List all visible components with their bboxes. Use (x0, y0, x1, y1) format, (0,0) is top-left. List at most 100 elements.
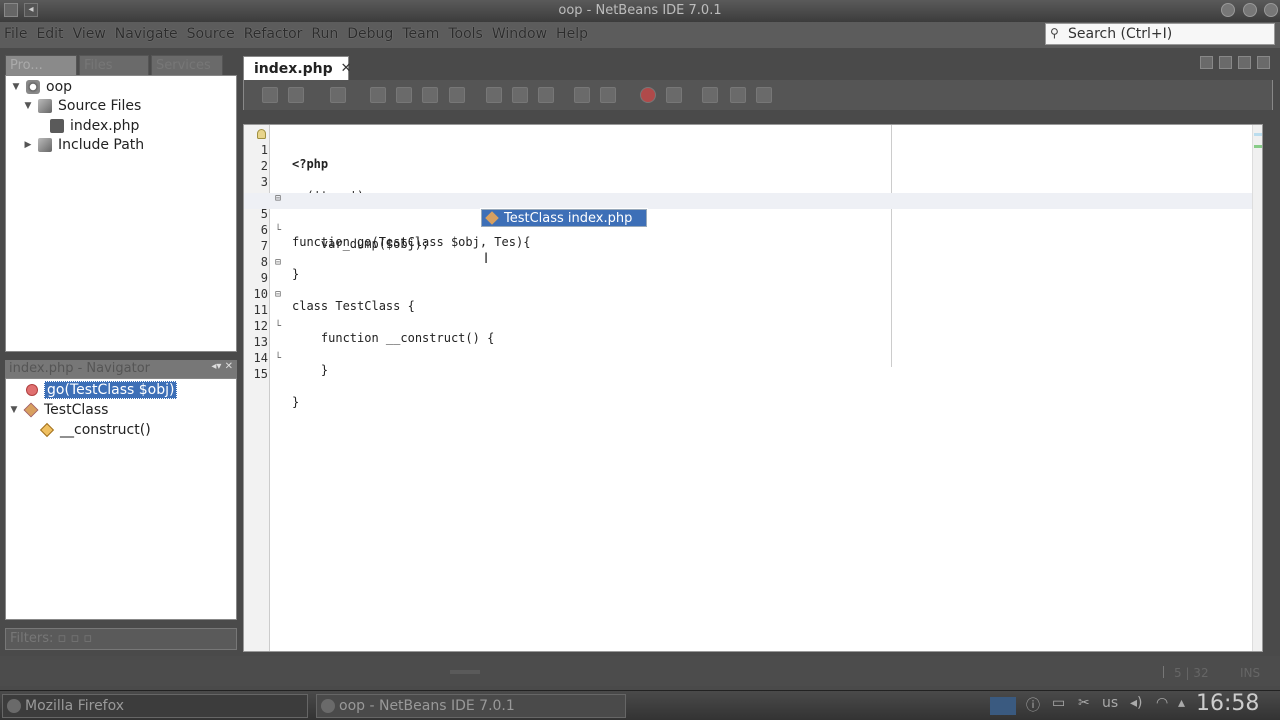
search-icon: ⚲ (1050, 26, 1059, 40)
php-file-icon (50, 119, 64, 133)
scissors-icon[interactable]: ✂ (1078, 695, 1090, 711)
panel-controls-icon[interactable]: ◂▾ ✕ (211, 361, 233, 372)
nav-item-label: __construct() (60, 422, 151, 438)
menu-view[interactable]: View (73, 26, 106, 42)
shift-right-icon[interactable] (600, 87, 616, 103)
network-icon[interactable]: ◠ (1156, 695, 1168, 711)
menu-run[interactable]: Run (311, 26, 338, 42)
error-stripe-mark[interactable] (1254, 133, 1262, 136)
find-previous-icon[interactable] (396, 87, 412, 103)
keyboard-layout[interactable]: us (1102, 695, 1118, 711)
uncomment-icon[interactable] (730, 87, 746, 103)
code-line-current: 5 ⊟ function go(TestClass $obj, Tes){ (244, 193, 1262, 249)
menu-help[interactable]: Help (556, 26, 588, 42)
maximize-editor-icon[interactable] (1257, 56, 1270, 69)
desktop-pager-icon[interactable] (990, 697, 1016, 715)
minimize-icon[interactable] (1221, 3, 1235, 17)
search-input[interactable] (1068, 25, 1268, 43)
code-completion-popup[interactable]: TestClass index.php (480, 208, 648, 228)
code-line: 12 (244, 305, 1262, 333)
scroll-left-icon[interactable] (1200, 56, 1213, 69)
tree-item-label: oop (46, 79, 73, 95)
close-window-icon[interactable] (1264, 3, 1278, 17)
code-line: 9 ⊟ class TestClass { (244, 257, 1262, 313)
menu-navigate[interactable]: Navigate (115, 26, 178, 42)
shift-left-icon[interactable] (574, 87, 590, 103)
menu-tools[interactable]: Tools (448, 26, 483, 42)
nav-item-testclass[interactable]: ▼ TestClass (8, 400, 109, 420)
collapse-icon[interactable]: ▼ (8, 405, 20, 415)
generate-icon[interactable] (756, 87, 772, 103)
code-line: 15 └ } (244, 353, 1262, 409)
method-icon (39, 422, 55, 438)
next-bookmark-icon[interactable] (512, 87, 528, 103)
tree-item-index-php[interactable]: index.php (50, 116, 139, 136)
nav-item-construct[interactable]: __construct() (39, 420, 151, 440)
document-list-icon[interactable] (1238, 56, 1251, 69)
window-title: oop - NetBeans IDE 7.0.1 (558, 3, 722, 18)
menu-debug[interactable]: Debug (347, 26, 393, 42)
tree-item-source-files[interactable]: ▼ Source Files (22, 96, 142, 116)
projects-tabs: Pro... Files Services (5, 55, 237, 75)
scroll-right-icon[interactable] (1219, 56, 1232, 69)
clipboard-icon[interactable]: ▭ (1052, 695, 1065, 711)
menu-team[interactable]: Team (402, 26, 439, 42)
tab-projects[interactable]: Pro... (5, 55, 77, 75)
navigator-header: index.php - Navigator ◂▾ ✕ (5, 360, 237, 378)
menu-edit[interactable]: Edit (36, 26, 63, 42)
volume-icon[interactable]: ◂) (1130, 695, 1143, 711)
code-line: 4 (244, 177, 1262, 205)
fold-end-icon: └ (274, 225, 282, 236)
fold-icon[interactable]: ⊟ (273, 193, 283, 204)
menu-source[interactable]: Source (187, 26, 235, 42)
insert-mode: INS (1240, 666, 1261, 680)
stop-macro-icon[interactable] (666, 87, 682, 103)
tray-expand-icon[interactable]: ▴ (1178, 695, 1185, 711)
find-next-icon[interactable] (422, 87, 438, 103)
fold-end-icon: └ (274, 321, 282, 332)
code-editor[interactable]: 1 <?php 2 3 go('true'); 4 5 ⊟ function g… (243, 124, 1263, 652)
comment-icon[interactable] (702, 87, 718, 103)
clock[interactable]: 16:58 (1196, 691, 1259, 716)
back-icon[interactable] (262, 87, 278, 103)
menu-file[interactable]: File (4, 26, 27, 42)
task-firefox[interactable]: Mozilla Firefox (2, 694, 308, 718)
info-icon[interactable]: ⓘ (1026, 695, 1040, 715)
tree-item-project[interactable]: ▼ oop (10, 77, 73, 97)
expand-icon[interactable]: ▶ (22, 140, 34, 150)
close-tab-icon[interactable]: ✕ (341, 61, 352, 76)
maximize-icon[interactable] (1243, 3, 1257, 17)
fold-icon[interactable]: ⊟ (273, 289, 283, 300)
collapse-icon[interactable]: ▼ (10, 82, 22, 92)
tab-files[interactable]: Files (79, 55, 149, 75)
toggle-bookmark-icon[interactable] (538, 87, 554, 103)
tree-item-include-path[interactable]: ▶ Include Path (22, 135, 145, 155)
collapse-icon[interactable]: ▼ (22, 101, 34, 111)
window-titlebar: ◂ oop - NetBeans IDE 7.0.1 (0, 0, 1280, 22)
menu-window[interactable]: Window (492, 26, 547, 42)
nav-item-go[interactable]: go(TestClass $obj) (26, 380, 178, 400)
code-line: 6 var_dump($obj); (244, 209, 1262, 251)
last-edit-icon[interactable] (330, 87, 346, 103)
code-line: 2 (244, 145, 1262, 173)
navigator-title: index.php - Navigator (9, 361, 151, 376)
code-line: 8 (244, 241, 1262, 269)
find-icon[interactable] (370, 87, 386, 103)
editor-toolbar (243, 80, 1273, 110)
start-macro-icon[interactable] (640, 87, 656, 103)
projects-panel: ▼ oop ▼ Source Files index.php ▶ Include… (5, 75, 237, 352)
quick-search[interactable]: ⚲ (1045, 23, 1275, 45)
editor-tab-index-php[interactable]: index.php ✕ (243, 56, 352, 80)
filter-icons[interactable]: ▫ ▫ ▫ (58, 631, 93, 646)
task-netbeans[interactable]: oop - NetBeans IDE 7.0.1 (316, 694, 626, 718)
history-icon[interactable] (288, 87, 304, 103)
fold-icon[interactable]: ⊟ (273, 257, 283, 268)
menu-refactor[interactable]: Refactor (244, 26, 303, 42)
taskbar: Mozilla Firefox oop - NetBeans IDE 7.0.1… (0, 690, 1280, 720)
editor-scrollbar[interactable] (1252, 125, 1262, 651)
previous-bookmark-icon[interactable] (486, 87, 502, 103)
error-stripe-mark[interactable] (1254, 145, 1262, 148)
toggle-highlight-icon[interactable] (449, 87, 465, 103)
text-cursor-icon: I (484, 251, 489, 267)
tab-services[interactable]: Services (151, 55, 223, 75)
